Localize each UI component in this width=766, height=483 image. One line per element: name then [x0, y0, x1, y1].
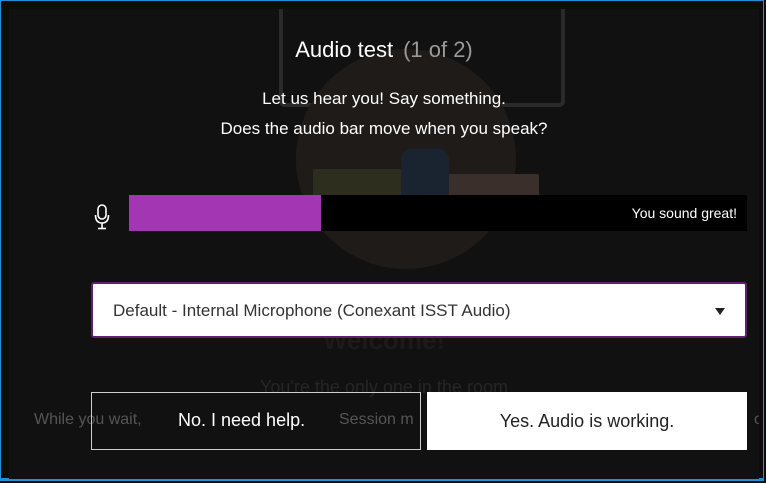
background-wait-text-right: or: [754, 411, 759, 428]
audio-level-fill: [129, 195, 321, 231]
microphone-icon: [94, 204, 110, 230]
need-help-button-label: No. I need help.: [178, 410, 306, 430]
dialog-title: Audio test (1 of 2): [9, 37, 759, 63]
dropdown-caret-icon: [715, 308, 725, 315]
prompt-line-1: Let us hear you! Say something.: [262, 89, 506, 108]
window-frame: Welcome! You're the only one in the room…: [0, 0, 764, 481]
audio-status-text: You sound great!: [631, 205, 737, 221]
audio-level-meter: You sound great!: [129, 195, 747, 231]
audio-working-button[interactable]: Yes. Audio is working.: [427, 392, 747, 450]
need-help-button[interactable]: No. I need help.: [91, 392, 421, 450]
audio-test-dialog: Welcome! You're the only one in the room…: [9, 9, 759, 479]
prompt-line-2: Does the audio bar move when you speak?: [220, 119, 548, 138]
dialog-title-text: Audio test: [295, 37, 394, 62]
microphone-select[interactable]: Default - Internal Microphone (Conexant …: [91, 282, 747, 338]
dialog-step-indicator: (1 of 2): [403, 37, 473, 62]
microphone-select-value: Default - Internal Microphone (Conexant …: [113, 301, 511, 320]
audio-working-button-label: Yes. Audio is working.: [499, 411, 675, 431]
